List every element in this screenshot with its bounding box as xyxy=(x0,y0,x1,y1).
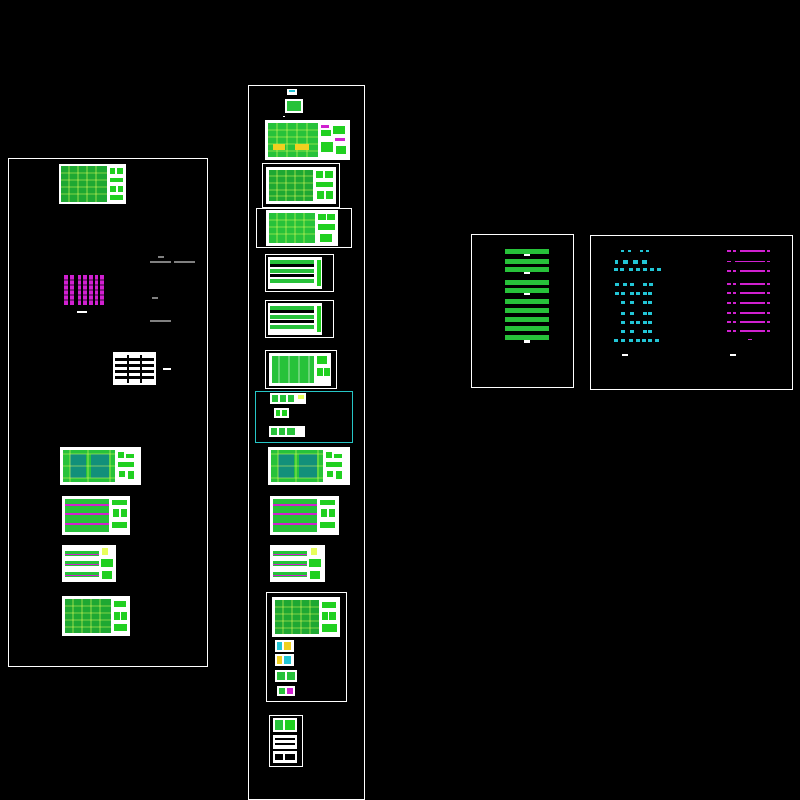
center-plan-1[interactable] xyxy=(265,120,350,160)
cyan-table-label xyxy=(622,354,628,356)
left-plan-top[interactable] xyxy=(59,164,126,204)
left-plan-teal[interactable] xyxy=(60,447,141,485)
model-space-background xyxy=(0,0,800,800)
left-plan-bands[interactable] xyxy=(62,545,116,582)
magenta-table-label xyxy=(730,354,736,356)
center-plan-3[interactable] xyxy=(256,208,352,248)
left-plan-bottom[interactable] xyxy=(62,596,130,636)
center-plan-teal[interactable] xyxy=(268,447,350,485)
plan-area xyxy=(61,166,107,202)
center-plan-bands-3[interactable] xyxy=(270,545,325,582)
cad-model-space[interactable] xyxy=(0,0,800,800)
center-plan-striped[interactable] xyxy=(270,496,339,535)
left-plan-striped[interactable] xyxy=(62,496,130,535)
center-plan-2[interactable] xyxy=(262,163,340,208)
center-plan-sparse[interactable] xyxy=(265,350,337,389)
